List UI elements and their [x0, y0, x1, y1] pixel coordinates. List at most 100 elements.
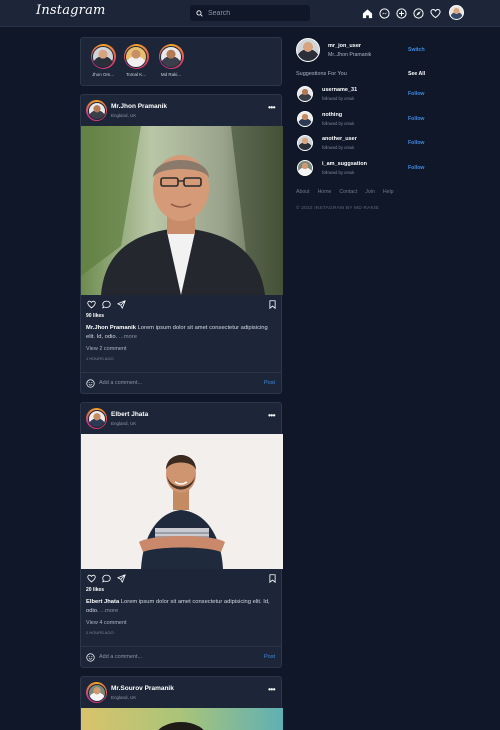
comment-bar: Add a comment... Post: [81, 646, 281, 667]
post-username[interactable]: Elbert Jhata: [111, 411, 148, 418]
post-card: Mr.Jhon Pramanik England, UK ••• 90 like…: [80, 94, 283, 394]
post-caption: Elbert Jhata Lorem ipsum dolor sit amet …: [86, 598, 276, 616]
caption-username[interactable]: Elbert Jhata: [86, 599, 119, 605]
story-avatar: [125, 45, 147, 68]
suggestion-followed-by: followed by omuk: [322, 145, 355, 150]
see-all-link[interactable]: See All: [408, 71, 425, 77]
suggestion-username[interactable]: i_am_suggsation: [322, 161, 367, 167]
post-comment-button[interactable]: Post: [264, 380, 275, 386]
home-icon[interactable]: [362, 8, 373, 19]
caption-username[interactable]: Mr.Jhon Pramanik: [86, 325, 136, 331]
footer-link-contact[interactable]: Contact: [339, 189, 357, 195]
follow-button[interactable]: Follow: [408, 165, 424, 171]
likes-count: 90 likes: [86, 313, 105, 319]
post-time: 1 hours ago: [86, 356, 114, 361]
post-avatar[interactable]: [86, 100, 107, 121]
footer-link-join[interactable]: Join: [365, 189, 375, 195]
post-photo: [81, 126, 283, 295]
instagram-logo[interactable]: Instagram: [36, 3, 106, 18]
heart-icon[interactable]: [430, 8, 441, 19]
explore-icon[interactable]: [413, 7, 424, 19]
search-input[interactable]: [208, 9, 308, 17]
more-options-icon[interactable]: •••: [268, 411, 275, 420]
post-comment-button[interactable]: Post: [264, 654, 275, 660]
more-options-icon[interactable]: •••: [268, 685, 275, 694]
post-image[interactable]: [81, 126, 283, 295]
like-heart-icon[interactable]: [87, 574, 96, 583]
post-location: England, UK: [111, 695, 137, 700]
footer-link-about[interactable]: About: [296, 189, 310, 195]
bookmark-icon[interactable]: [268, 300, 277, 309]
bookmark-icon[interactable]: [268, 574, 277, 583]
profile-avatar[interactable]: [449, 5, 464, 20]
view-comments-link[interactable]: View 2 comment: [86, 346, 276, 352]
post-caption: Mr.Jhon Pramanik Lorem ipsum dolor sit a…: [86, 324, 276, 342]
add-comment-input[interactable]: Add a comment...: [99, 654, 264, 660]
my-avatar[interactable]: [296, 38, 320, 62]
messenger-icon[interactable]: [379, 7, 390, 19]
story-item[interactable]: Tomal K...: [121, 44, 151, 77]
story-item[interactable]: Md Raki...: [156, 44, 186, 77]
suggestion-username[interactable]: nothing: [322, 112, 342, 118]
top-navbar: Instagram: [0, 0, 500, 27]
emoji-icon[interactable]: [86, 378, 95, 388]
footer-link-help[interactable]: Help: [383, 189, 394, 195]
post-time: 2 hours ago: [86, 630, 114, 635]
share-icon[interactable]: [117, 300, 126, 309]
post-avatar[interactable]: [86, 408, 107, 429]
my-fullname: Mr..Jhon Pramanik: [328, 52, 372, 58]
caption-more-link[interactable]: ...more: [100, 608, 118, 614]
suggestion-avatar[interactable]: [297, 160, 313, 176]
suggestion-followed-by: followed by omuk: [322, 121, 355, 126]
follow-button[interactable]: Follow: [408, 91, 424, 97]
emoji-icon[interactable]: [86, 652, 95, 662]
story-name: Tomal K...: [125, 72, 146, 77]
follow-button[interactable]: Follow: [408, 140, 424, 146]
suggestion-username[interactable]: another_user: [322, 136, 357, 142]
post-photo: [81, 708, 283, 730]
more-options-icon[interactable]: •••: [268, 103, 275, 112]
suggestion-item: i_am_suggsation followed by omuk Follow: [296, 160, 436, 180]
story-avatar: [92, 45, 114, 68]
suggestion-avatar[interactable]: [297, 111, 313, 127]
comment-bar: Add a comment... Post: [81, 372, 281, 393]
post-image[interactable]: [81, 434, 283, 569]
post-card: Mr.Sourov Pramanik England, UK •••: [80, 676, 283, 730]
suggestion-avatar[interactable]: [297, 135, 313, 151]
search-icon: [196, 9, 203, 17]
switch-account-button[interactable]: Switch: [408, 47, 425, 53]
post-card: Elbert Jhata England, UK ••• 20 likes El…: [80, 402, 283, 668]
story-name: Jhon Om...: [91, 72, 114, 77]
footer-link-home[interactable]: Home: [318, 189, 332, 195]
comment-icon[interactable]: [102, 300, 111, 309]
comment-icon[interactable]: [102, 574, 111, 583]
post-image[interactable]: [81, 708, 283, 730]
search-box[interactable]: [190, 5, 310, 21]
view-comments-link[interactable]: View 4 comment: [86, 620, 276, 626]
post-username[interactable]: Mr.Jhon Pramanik: [111, 103, 167, 110]
post-location: England, UK: [111, 421, 137, 426]
my-username[interactable]: mr_jon_user: [328, 43, 361, 49]
like-heart-icon[interactable]: [87, 300, 96, 309]
add-comment-input[interactable]: Add a comment...: [99, 380, 264, 386]
suggestion-item: username_31 followed by omuk Follow: [296, 86, 436, 106]
suggestions-title: Suggestions For You: [296, 71, 347, 77]
likes-count: 20 likes: [86, 587, 105, 593]
follow-button[interactable]: Follow: [408, 116, 424, 122]
add-post-icon[interactable]: [396, 7, 407, 19]
share-icon[interactable]: [117, 574, 126, 583]
stories-bar: Jhon Om... Tomal K... Md Raki...: [80, 37, 282, 86]
story-name: Md Raki...: [160, 72, 182, 77]
post-header: Mr.Jhon Pramanik England, UK •••: [81, 95, 281, 126]
suggestion-followed-by: followed by omuk: [322, 170, 355, 175]
story-item[interactable]: Jhon Om...: [88, 44, 118, 77]
caption-more-link[interactable]: ...more: [119, 334, 137, 340]
post-header: Mr.Sourov Pramanik England, UK •••: [81, 677, 281, 708]
suggestion-username[interactable]: username_31: [322, 87, 357, 93]
suggestion-avatar[interactable]: [297, 86, 313, 102]
suggestion-item: nothing followed by omuk Follow: [296, 111, 436, 131]
copyright-text: © 2022 INSTAGRAM BY MD RAKIB: [296, 206, 379, 211]
post-photo: [81, 434, 283, 569]
post-avatar[interactable]: [86, 682, 107, 703]
post-username[interactable]: Mr.Sourov Pramanik: [111, 685, 174, 692]
